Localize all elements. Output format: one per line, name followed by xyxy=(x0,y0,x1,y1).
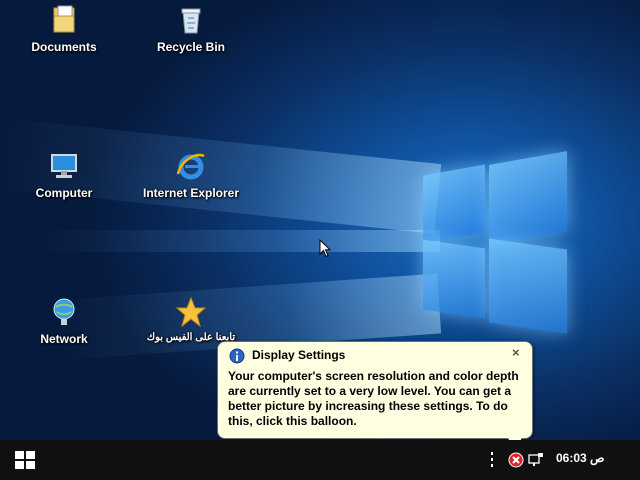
desktop-icon-label: Recycle Bin xyxy=(156,40,226,54)
network-icon xyxy=(53,298,75,325)
documents-icon xyxy=(53,5,75,33)
window-pane xyxy=(423,239,485,319)
desktop-icon-network[interactable]: Network xyxy=(14,296,114,346)
desktop-icon-internet-explorer[interactable]: Internet Explorer xyxy=(141,150,241,200)
desktop-icon-facebook-shortcut[interactable]: تابعنا على الفيس بوك xyxy=(141,296,241,343)
error-x-icon[interactable] xyxy=(508,452,524,468)
network-tray-icon[interactable] xyxy=(528,452,544,468)
desktop-icon-recycle-bin[interactable]: Recycle Bin xyxy=(141,4,241,54)
mouse-cursor-icon xyxy=(319,239,331,258)
light-beam xyxy=(40,230,440,252)
balloon-close-button[interactable]: × xyxy=(512,345,520,360)
desktop-icon-label: Documents xyxy=(31,40,97,54)
computer-icon xyxy=(51,154,77,178)
tray-overflow-icon[interactable] xyxy=(490,451,494,469)
desktop-icon-label: Internet Explorer xyxy=(142,186,240,200)
display-settings-balloon[interactable]: Display Settings × Your computer's scree… xyxy=(217,341,533,457)
desktop-icon-computer[interactable]: Computer xyxy=(14,150,114,200)
info-icon xyxy=(229,348,245,364)
balloon-message: Your computer's screen resolution and co… xyxy=(228,369,519,428)
window-pane xyxy=(489,238,567,334)
desktop-icon-label: Network xyxy=(40,332,88,346)
internet-explorer-icon xyxy=(176,153,205,180)
taskbar: 06:03 ص xyxy=(0,440,640,480)
windows-logo-icon[interactable] xyxy=(14,450,36,470)
window-pane xyxy=(489,151,567,245)
balloon-title: Display Settings xyxy=(252,348,346,362)
window-pane xyxy=(423,164,485,244)
taskbar-clock[interactable]: 06:03 ص xyxy=(556,451,605,465)
star-shortcut-icon xyxy=(175,296,207,328)
desktop-icon-label: Computer xyxy=(35,186,93,200)
recycle-bin-icon xyxy=(181,8,201,34)
desktop-icon-documents[interactable]: Documents xyxy=(14,4,114,54)
